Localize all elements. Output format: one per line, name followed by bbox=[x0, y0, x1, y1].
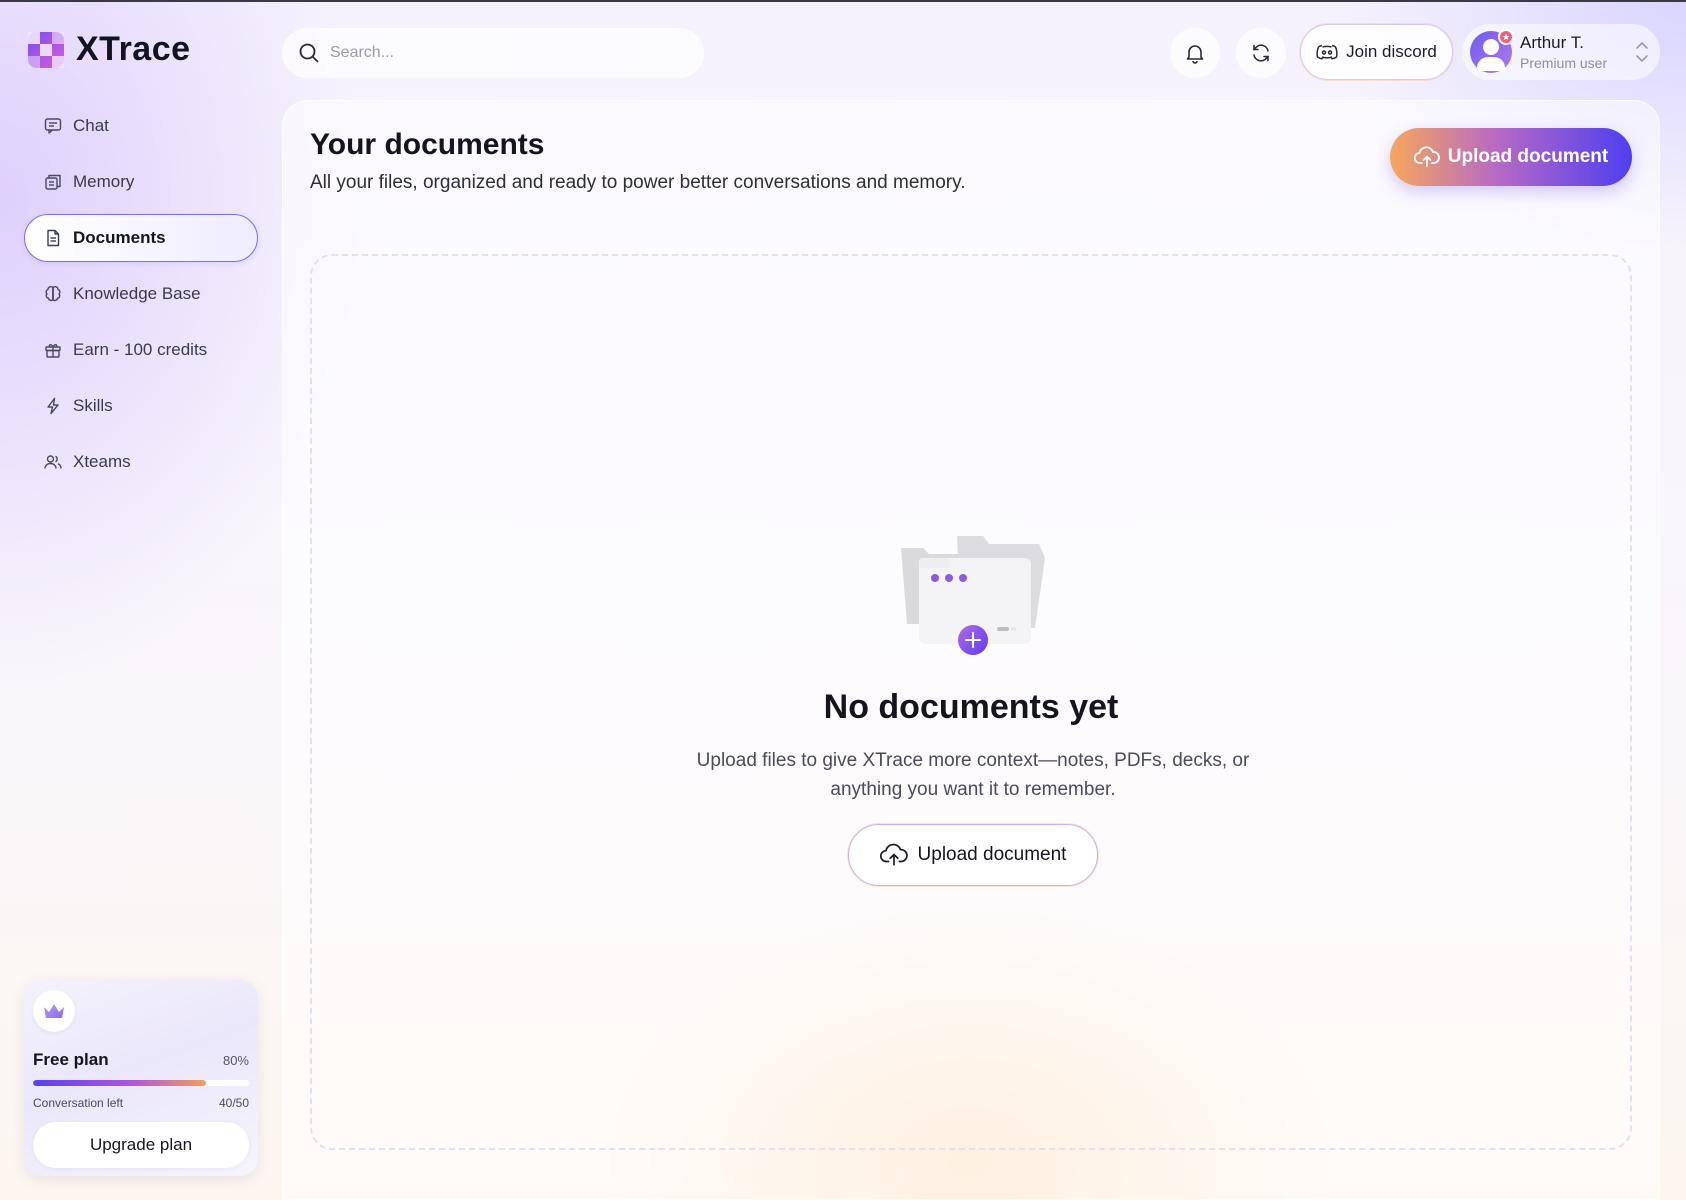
search-icon bbox=[299, 43, 319, 63]
refresh-icon bbox=[1253, 44, 1269, 62]
refresh-button[interactable] bbox=[1236, 28, 1286, 78]
sidebar-item-earn-credits[interactable]: Earn - 100 credits bbox=[24, 326, 258, 374]
sidebar-item-label: Earn - 100 credits bbox=[73, 340, 208, 359]
conversation-label: Conversation left bbox=[33, 1096, 124, 1110]
page-title: Your documents bbox=[310, 128, 545, 161]
sidebar-item-label: Documents bbox=[73, 228, 166, 247]
notifications-button[interactable] bbox=[1170, 28, 1220, 78]
documents-panel: Your documents All your files, organized… bbox=[282, 100, 1660, 1200]
empty-upload-document-label: Upload document bbox=[917, 844, 1067, 865]
page-subtitle: All your files, organized and ready to p… bbox=[310, 172, 966, 193]
users-icon bbox=[44, 455, 62, 469]
sidebar-item-label: Skills bbox=[73, 396, 113, 415]
plan-progress-bar bbox=[33, 1080, 249, 1086]
empty-folder-icon bbox=[901, 536, 1045, 655]
xtrace-logo-icon bbox=[28, 31, 64, 68]
search-input[interactable] bbox=[330, 44, 670, 62]
plan-name: Free plan bbox=[33, 1050, 109, 1069]
upload-dropzone[interactable]: No documents yet Upload files to give XT… bbox=[310, 254, 1632, 1150]
memory-icon bbox=[45, 174, 61, 190]
premium-star-icon: ★ bbox=[1498, 29, 1514, 45]
user-name: Arthur T. bbox=[1520, 33, 1584, 52]
cloud-upload-icon bbox=[1413, 146, 1440, 167]
empty-upload-document-button[interactable]: Upload document bbox=[848, 824, 1098, 886]
sidebar-item-knowledge-base[interactable]: Knowledge Base bbox=[24, 270, 258, 318]
upgrade-plan-button[interactable]: Upgrade plan bbox=[33, 1122, 249, 1168]
sidebar-item-skills[interactable]: Skills bbox=[24, 382, 258, 430]
empty-state-description: Upload files to give XTrace more context… bbox=[696, 750, 1250, 800]
sidebar-nav: Chat Memory Documents Knowledge Base Ear… bbox=[24, 102, 258, 494]
sidebar-item-memory[interactable]: Memory bbox=[24, 158, 258, 206]
upload-document-button[interactable]: Upload document bbox=[1390, 128, 1632, 186]
sidebar-item-chat[interactable]: Chat bbox=[24, 102, 258, 150]
sidebar-item-label: Memory bbox=[73, 172, 135, 191]
discord-icon bbox=[1316, 44, 1338, 60]
upload-document-label: Upload document bbox=[1447, 146, 1609, 167]
plan-card: Free plan 80% Conversation left 40/50 Up… bbox=[24, 980, 258, 1176]
document-icon bbox=[47, 229, 60, 247]
sidebar-item-documents[interactable]: Documents bbox=[24, 214, 258, 262]
empty-state-title: No documents yet bbox=[823, 688, 1119, 726]
crown-badge bbox=[33, 990, 75, 1032]
gift-icon bbox=[45, 344, 61, 358]
search-bar bbox=[282, 28, 704, 78]
plan-progress-fill bbox=[33, 1080, 206, 1086]
sidebar-item-label: Chat bbox=[73, 116, 109, 135]
brain-icon bbox=[45, 285, 61, 302]
sidebar-item-xteams[interactable]: Xteams bbox=[24, 438, 258, 486]
crown-icon bbox=[44, 1004, 64, 1018]
window-top-line bbox=[0, 0, 1686, 2]
conversation-count: 40/50 bbox=[218, 1096, 249, 1110]
sidebar-item-label: Knowledge Base bbox=[73, 284, 201, 303]
user-role: Premium user bbox=[1520, 55, 1608, 71]
cloud-upload-icon bbox=[879, 843, 908, 866]
join-discord-button[interactable]: Join discord bbox=[1300, 24, 1453, 80]
chat-icon bbox=[44, 118, 62, 134]
app-name: XTrace bbox=[76, 30, 191, 68]
user-menu[interactable]: ★ Arthur T. Premium user bbox=[1462, 24, 1660, 80]
app-logo[interactable]: XTrace bbox=[28, 30, 191, 69]
avatar: ★ bbox=[1470, 29, 1514, 73]
bolt-icon bbox=[47, 397, 59, 415]
sidebar-item-label: Xteams bbox=[73, 452, 131, 471]
bell-icon bbox=[1186, 45, 1204, 64]
plan-percent: 80% bbox=[222, 1052, 249, 1068]
empty-state: No documents yet Upload files to give XT… bbox=[312, 256, 1630, 1148]
chevron-up-down-icon bbox=[1636, 42, 1648, 62]
join-discord-label: Join discord bbox=[1346, 42, 1437, 61]
